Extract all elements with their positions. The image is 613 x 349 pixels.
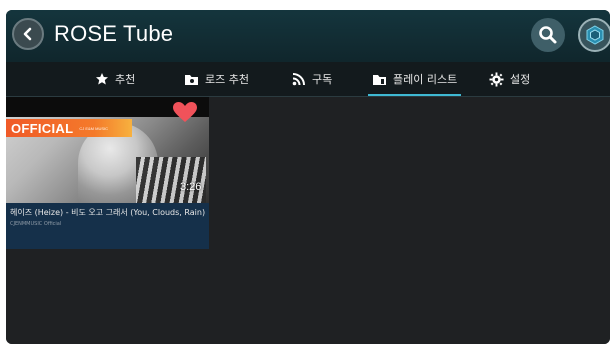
tab-label: 구독 [312, 73, 333, 86]
search-icon [539, 26, 557, 44]
heart-icon [173, 102, 197, 122]
gear-icon [489, 71, 504, 87]
app-header: ROSE Tube [6, 10, 610, 62]
video-channel: CJENMMUSIC Official [10, 221, 62, 227]
favorite-button[interactable] [172, 101, 198, 127]
rss-icon [292, 73, 305, 86]
folder-icon [373, 74, 386, 85]
video-duration: 3:26 [180, 181, 202, 193]
tab-recommended[interactable]: 추천 [95, 62, 135, 96]
back-button[interactable] [12, 18, 44, 50]
folder-icon [185, 74, 198, 85]
official-badge-sub: CJ E&M MUSIC [79, 125, 109, 131]
app-screen: ROSE Tube 추천 로즈 추천 구독 플레이 리스트 설정 OFFICIA… [6, 10, 610, 344]
video-title: 헤이즈 (Heize) - 비도 오고 그래서 (You, Clouds, Ra… [10, 208, 206, 217]
official-badge-text: OFFICIAL [11, 120, 74, 136]
star-icon [96, 73, 108, 85]
rose-logo-icon [586, 25, 604, 45]
thumbnail-shirt [136, 157, 206, 203]
video-thumbnail[interactable]: OFFICIAL CJ E&M MUSIC 3:26 [6, 97, 209, 203]
tab-bar: 추천 로즈 추천 구독 플레이 리스트 설정 [6, 62, 610, 97]
tab-label: 플레이 리스트 [393, 73, 458, 86]
tab-label: 로즈 추천 [205, 73, 249, 86]
playlist-content: OFFICIAL CJ E&M MUSIC 3:26 헤이즈 (Heize) -… [6, 97, 610, 344]
tab-label: 추천 [115, 73, 136, 86]
rose-menu-button[interactable] [578, 18, 610, 52]
tab-label: 설정 [510, 73, 531, 86]
app-title: ROSE Tube [54, 21, 174, 46]
video-card[interactable]: OFFICIAL CJ E&M MUSIC 3:26 헤이즈 (Heize) -… [6, 97, 209, 249]
back-arrow-icon [23, 27, 32, 41]
official-badge: OFFICIAL CJ E&M MUSIC [6, 119, 132, 137]
tab-rose-recommended[interactable]: 로즈 추천 [184, 62, 249, 96]
search-button[interactable] [531, 18, 565, 52]
tab-subscriptions[interactable]: 구독 [292, 62, 332, 96]
tab-settings[interactable]: 설정 [489, 62, 530, 96]
tab-playlist[interactable]: 플레이 리스트 [367, 62, 462, 96]
